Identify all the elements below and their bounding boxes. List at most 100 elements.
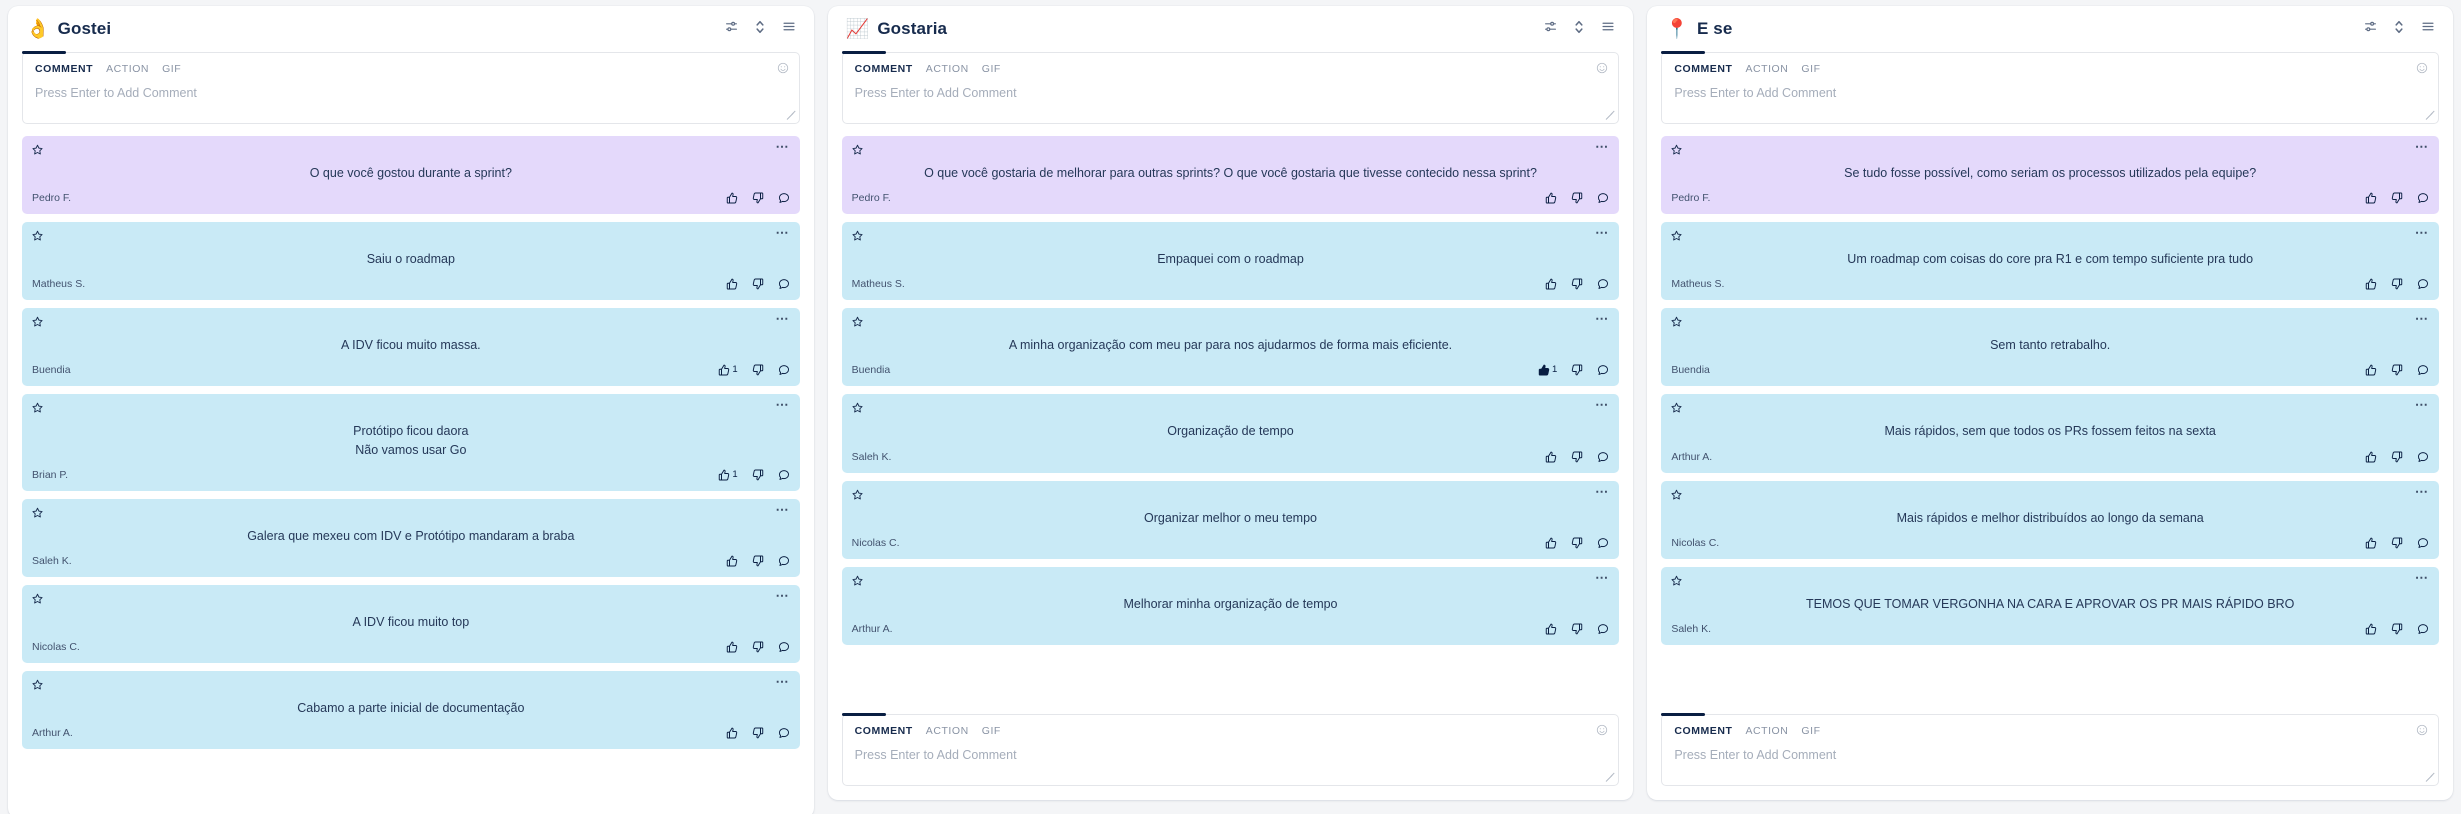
retro-card[interactable]: ⋯ A minha organização com meu par para no… (841, 308, 1620, 387)
comment-button[interactable] (2417, 192, 2429, 204)
star-icon[interactable] (1671, 144, 1682, 155)
retro-card[interactable]: ⋯ A IDV ficou muito massa. Buendia 1 (22, 308, 800, 387)
comment-button[interactable] (1597, 192, 1609, 204)
thumb-down-button[interactable] (1571, 192, 1583, 204)
thumb-up-button[interactable] (1545, 192, 1557, 204)
comment-input[interactable]: Press Enter to Add Comment (35, 86, 787, 100)
star-icon[interactable] (32, 507, 43, 518)
thumb-up-button[interactable] (2365, 623, 2377, 635)
thumb-down-button[interactable] (2391, 537, 2403, 549)
resize-grip-icon[interactable] (1606, 774, 1615, 783)
thumb-down-button[interactable] (752, 727, 764, 739)
card-more-menu-icon[interactable]: ⋯ (775, 226, 789, 239)
retro-card[interactable]: ⋯ Cabamo a parte inicial de documentação A… (22, 670, 800, 749)
resize-grip-icon[interactable] (1606, 112, 1615, 121)
star-icon[interactable] (1671, 489, 1682, 500)
smiley-icon[interactable] (2416, 62, 2428, 74)
sliders-filter-icon[interactable] (2364, 20, 2377, 38)
star-icon[interactable] (852, 575, 863, 586)
thumb-down-button[interactable] (2391, 451, 2403, 463)
comment-button[interactable] (2417, 364, 2429, 376)
card-more-menu-icon[interactable]: ⋯ (775, 398, 789, 411)
star-icon[interactable] (1671, 316, 1682, 327)
thumb-down-button[interactable] (752, 192, 764, 204)
thumb-down-button[interactable] (1571, 364, 1583, 376)
comment-button[interactable] (1597, 278, 1609, 290)
thumb-up-button[interactable]: 1 (718, 364, 738, 376)
retro-card[interactable]: ⋯ Mais rápidos e melhor distribuídos ao l… (1661, 480, 2440, 559)
thumb-down-button[interactable] (752, 278, 764, 290)
retro-card[interactable]: ⋯ Organização de tempo Saleh K. (841, 394, 1620, 473)
tab-gif[interactable]: GIF (982, 725, 1001, 737)
smiley-icon[interactable] (2416, 724, 2428, 736)
card-more-menu-icon[interactable]: ⋯ (1595, 226, 1609, 239)
star-icon[interactable] (32, 679, 43, 690)
tab-action[interactable]: ACTION (1745, 725, 1788, 737)
retro-card[interactable]: ⋯ O que você gostaria de melhorar para ou… (841, 136, 1620, 215)
comment-input[interactable]: Press Enter to Add Comment (1674, 748, 2426, 762)
thumb-up-button[interactable] (2365, 364, 2377, 376)
comment-input[interactable]: Press Enter to Add Comment (855, 748, 1607, 762)
thumb-up-button[interactable] (1545, 623, 1557, 635)
retro-card[interactable]: ⋯ Organizar melhor o meu tempo Nicolas C. (841, 480, 1620, 559)
comment-input[interactable]: Press Enter to Add Comment (855, 86, 1607, 100)
thumb-down-button[interactable] (2391, 192, 2403, 204)
thumb-up-button[interactable] (726, 641, 738, 653)
tab-comment[interactable]: COMMENT (855, 725, 913, 737)
star-icon[interactable] (32, 316, 43, 327)
card-more-menu-icon[interactable]: ⋯ (1595, 485, 1609, 498)
tab-comment[interactable]: COMMENT (855, 63, 913, 75)
thumb-down-button[interactable] (1571, 537, 1583, 549)
star-icon[interactable] (852, 316, 863, 327)
card-more-menu-icon[interactable]: ⋯ (2415, 398, 2429, 411)
thumb-down-button[interactable] (752, 641, 764, 653)
thumb-up-button[interactable] (1545, 537, 1557, 549)
thumb-down-button[interactable] (1571, 278, 1583, 290)
thumb-up-button[interactable]: 1 (718, 469, 738, 481)
comment-button[interactable] (778, 364, 790, 376)
star-icon[interactable] (32, 230, 43, 241)
thumb-up-button[interactable] (2365, 537, 2377, 549)
comment-button[interactable] (778, 469, 790, 481)
list-menu-icon[interactable] (782, 20, 796, 38)
card-more-menu-icon[interactable]: ⋯ (775, 503, 789, 516)
comment-button[interactable] (2417, 623, 2429, 635)
tab-action[interactable]: ACTION (926, 63, 969, 75)
comment-button[interactable] (2417, 537, 2429, 549)
star-icon[interactable] (852, 402, 863, 413)
star-icon[interactable] (1671, 230, 1682, 241)
sliders-filter-icon[interactable] (1544, 20, 1557, 38)
card-more-menu-icon[interactable]: ⋯ (2415, 140, 2429, 153)
retro-card[interactable]: ⋯ Se tudo fosse possível, como seriam os … (1661, 136, 2440, 215)
retro-card[interactable]: ⋯ A IDV ficou muito top Nicolas C. (22, 584, 800, 663)
resize-grip-icon[interactable] (2426, 112, 2435, 121)
thumb-down-button[interactable] (2391, 623, 2403, 635)
card-more-menu-icon[interactable]: ⋯ (775, 675, 789, 688)
card-more-menu-icon[interactable]: ⋯ (775, 140, 789, 153)
card-more-menu-icon[interactable]: ⋯ (2415, 312, 2429, 325)
comment-button[interactable] (778, 727, 790, 739)
smiley-icon[interactable] (777, 62, 789, 74)
star-icon[interactable] (32, 402, 43, 413)
tab-gif[interactable]: GIF (162, 63, 181, 75)
comment-button[interactable] (2417, 451, 2429, 463)
comment-button[interactable] (778, 278, 790, 290)
comment-button[interactable] (1597, 451, 1609, 463)
retro-card[interactable]: ⋯ Galera que mexeu com IDV e Protótipo ma… (22, 498, 800, 577)
retro-card[interactable]: ⋯ Um roadmap com coisas do core pra R1 e … (1661, 222, 2440, 301)
thumb-down-button[interactable] (2391, 278, 2403, 290)
thumb-down-button[interactable] (752, 364, 764, 376)
tab-comment[interactable]: COMMENT (1674, 63, 1732, 75)
thumb-up-button[interactable]: 1 (1538, 364, 1557, 376)
card-more-menu-icon[interactable]: ⋯ (2415, 571, 2429, 584)
thumb-down-button[interactable] (1571, 451, 1583, 463)
tab-action[interactable]: ACTION (926, 725, 969, 737)
thumb-down-button[interactable] (752, 469, 764, 481)
thumb-up-button[interactable] (726, 555, 738, 567)
tab-comment[interactable]: COMMENT (35, 63, 93, 75)
thumb-down-button[interactable] (1571, 623, 1583, 635)
star-icon[interactable] (32, 593, 43, 604)
retro-card[interactable]: ⋯ Empaquei com o roadmap Matheus S. (841, 222, 1620, 301)
tab-gif[interactable]: GIF (1801, 725, 1820, 737)
retro-card[interactable]: ⋯ Melhorar minha organização de tempo Arth… (841, 566, 1620, 645)
